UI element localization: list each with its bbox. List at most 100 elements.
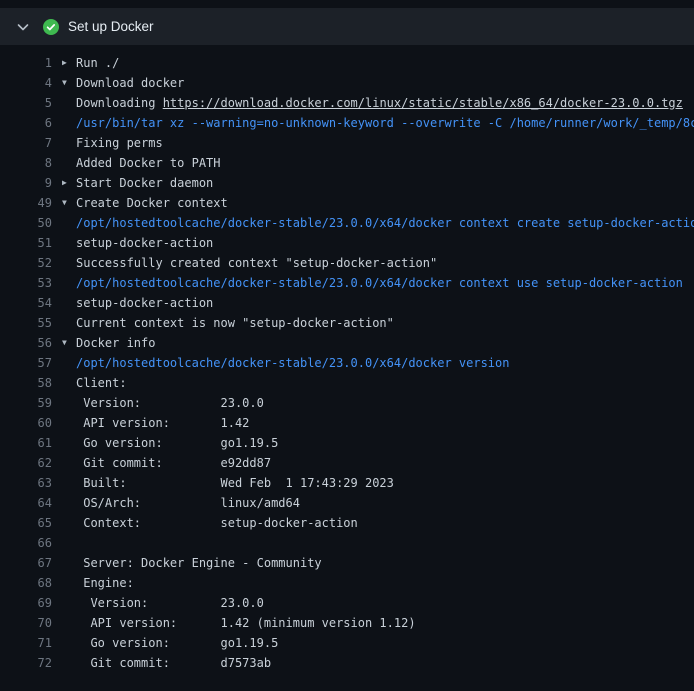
line-number[interactable]: 59	[0, 393, 52, 413]
log-line-content: Version: 23.0.0	[52, 393, 694, 413]
line-number[interactable]: 50	[0, 213, 52, 233]
log-row: 68 Engine:	[0, 573, 694, 593]
line-number[interactable]: 1	[0, 53, 52, 73]
log-line-content: /opt/hostedtoolcache/docker-stable/23.0.…	[52, 273, 694, 293]
log-command-text: /usr/bin/tar xz --warning=no-unknown-key…	[76, 116, 694, 130]
line-number[interactable]: 58	[0, 373, 52, 393]
log-plain-text: Server: Docker Engine - Community	[76, 556, 322, 570]
log-line-content: Version: 23.0.0	[52, 593, 694, 613]
log-plain-text: Start Docker daemon	[76, 176, 213, 190]
log-command-text: /opt/hostedtoolcache/docker-stable/23.0.…	[76, 216, 694, 230]
group-collapsed-icon[interactable]: ▶	[62, 53, 67, 73]
step-header[interactable]: Set up Docker	[0, 8, 694, 45]
log-plain-text: Version: 23.0.0	[76, 396, 264, 410]
line-number[interactable]: 70	[0, 613, 52, 633]
group-expanded-icon[interactable]: ▼	[62, 73, 67, 93]
log-line-content: Git commit: e92dd87	[52, 453, 694, 473]
log-plain-text: Create Docker context	[76, 196, 228, 210]
log-line-content: ▼ Download docker	[52, 73, 694, 93]
line-number[interactable]: 4	[0, 73, 52, 93]
log-line-content: Downloading https://download.docker.com/…	[52, 93, 694, 113]
line-number[interactable]: 6	[0, 113, 52, 133]
log-plain-text: Client:	[76, 376, 127, 390]
group-expanded-icon[interactable]: ▼	[62, 333, 67, 353]
log-plain-text: Current context is now "setup-docker-act…	[76, 316, 394, 330]
log-row: 59 Version: 23.0.0	[0, 393, 694, 413]
log-plain-text: Docker info	[76, 336, 155, 350]
log-row: 72 Git commit: d7573ab	[0, 653, 694, 673]
log-row: 65 Context: setup-docker-action	[0, 513, 694, 533]
line-number[interactable]: 69	[0, 593, 52, 613]
log-line-content: Client:	[52, 373, 694, 393]
log-plain-text: Fixing perms	[76, 136, 163, 150]
log-line-content: /usr/bin/tar xz --warning=no-unknown-key…	[52, 113, 694, 133]
log-row: 6/usr/bin/tar xz --warning=no-unknown-ke…	[0, 113, 694, 133]
log-row: 8 Added Docker to PATH	[0, 153, 694, 173]
log-plain-text: setup-docker-action	[76, 236, 213, 250]
log-row: 67 Server: Docker Engine - Community	[0, 553, 694, 573]
log-row: 51 setup-docker-action	[0, 233, 694, 253]
log-plain-text: API version: 1.42	[76, 416, 249, 430]
log-command-text: /opt/hostedtoolcache/docker-stable/23.0.…	[76, 356, 509, 370]
log-line-content: Go version: go1.19.5	[52, 633, 694, 653]
line-number[interactable]: 64	[0, 493, 52, 513]
log-plain-text: Git commit: d7573ab	[76, 656, 271, 670]
group-expanded-icon[interactable]: ▼	[62, 193, 67, 213]
log-plain-text: Successfully created context "setup-dock…	[76, 256, 437, 270]
line-number[interactable]: 62	[0, 453, 52, 473]
log-group-row[interactable]: 56 ▼ Docker info	[0, 333, 694, 353]
step-title: Set up Docker	[68, 19, 154, 34]
log-plain-text: Built: Wed Feb 1 17:43:29 2023	[76, 476, 394, 490]
line-number[interactable]: 8	[0, 153, 52, 173]
line-number[interactable]: 61	[0, 433, 52, 453]
log-row: 5Downloading https://download.docker.com…	[0, 93, 694, 113]
log-line-content: API version: 1.42	[52, 413, 694, 433]
log-line-content: Current context is now "setup-docker-act…	[52, 313, 694, 333]
log-row: 71 Go version: go1.19.5	[0, 633, 694, 653]
group-collapsed-icon[interactable]: ▶	[62, 173, 67, 193]
line-number[interactable]: 54	[0, 293, 52, 313]
line-number[interactable]: 65	[0, 513, 52, 533]
log-line-content: setup-docker-action	[52, 293, 694, 313]
line-number[interactable]: 68	[0, 573, 52, 593]
log-row: 61 Go version: go1.19.5	[0, 433, 694, 453]
log-line-content: API version: 1.42 (minimum version 1.12)	[52, 613, 694, 633]
log-group-row[interactable]: 4 ▼ Download docker	[0, 73, 694, 93]
line-number[interactable]: 7	[0, 133, 52, 153]
log-group-row[interactable]: 49 ▼ Create Docker context	[0, 193, 694, 213]
line-number[interactable]: 51	[0, 233, 52, 253]
log-line-content: ▶Run ./	[52, 53, 694, 73]
log-row: 55 Current context is now "setup-docker-a…	[0, 313, 694, 333]
line-number[interactable]: 5	[0, 93, 52, 113]
log-plain-text: Added Docker to PATH	[76, 156, 221, 170]
log-row: 54 setup-docker-action	[0, 293, 694, 313]
line-number[interactable]: 49	[0, 193, 52, 213]
log-group-row[interactable]: 1▶Run ./	[0, 53, 694, 73]
log-plain-text: Download docker	[76, 76, 184, 90]
log-line-content: OS/Arch: linux/amd64	[52, 493, 694, 513]
line-number[interactable]: 53	[0, 273, 52, 293]
log-line-content: /opt/hostedtoolcache/docker-stable/23.0.…	[52, 213, 694, 233]
line-number[interactable]: 52	[0, 253, 52, 273]
line-number[interactable]: 63	[0, 473, 52, 493]
line-number[interactable]: 71	[0, 633, 52, 653]
line-number[interactable]: 56	[0, 333, 52, 353]
line-number[interactable]: 66	[0, 533, 52, 553]
log-link[interactable]: https://download.docker.com/linux/static…	[163, 96, 683, 110]
log-viewer: 1▶Run ./4 ▼ Download docker 5Downloading ht…	[0, 45, 694, 673]
line-number[interactable]: 9	[0, 173, 52, 193]
log-line-content: Git commit: d7573ab	[52, 653, 694, 673]
log-plain-text: setup-docker-action	[76, 296, 213, 310]
line-number[interactable]: 72	[0, 653, 52, 673]
log-line-content: Engine:	[52, 573, 694, 593]
log-plain-text: Context: setup-docker-action	[76, 516, 358, 530]
line-number[interactable]: 60	[0, 413, 52, 433]
log-line-content: Context: setup-docker-action	[52, 513, 694, 533]
chevron-down-icon[interactable]	[15, 19, 31, 35]
log-line-content	[52, 533, 694, 553]
line-number[interactable]: 55	[0, 313, 52, 333]
line-number[interactable]: 57	[0, 353, 52, 373]
log-group-row[interactable]: 9 ▶ Start Docker daemon	[0, 173, 694, 193]
line-number[interactable]: 67	[0, 553, 52, 573]
log-line-content: Server: Docker Engine - Community	[52, 553, 694, 573]
